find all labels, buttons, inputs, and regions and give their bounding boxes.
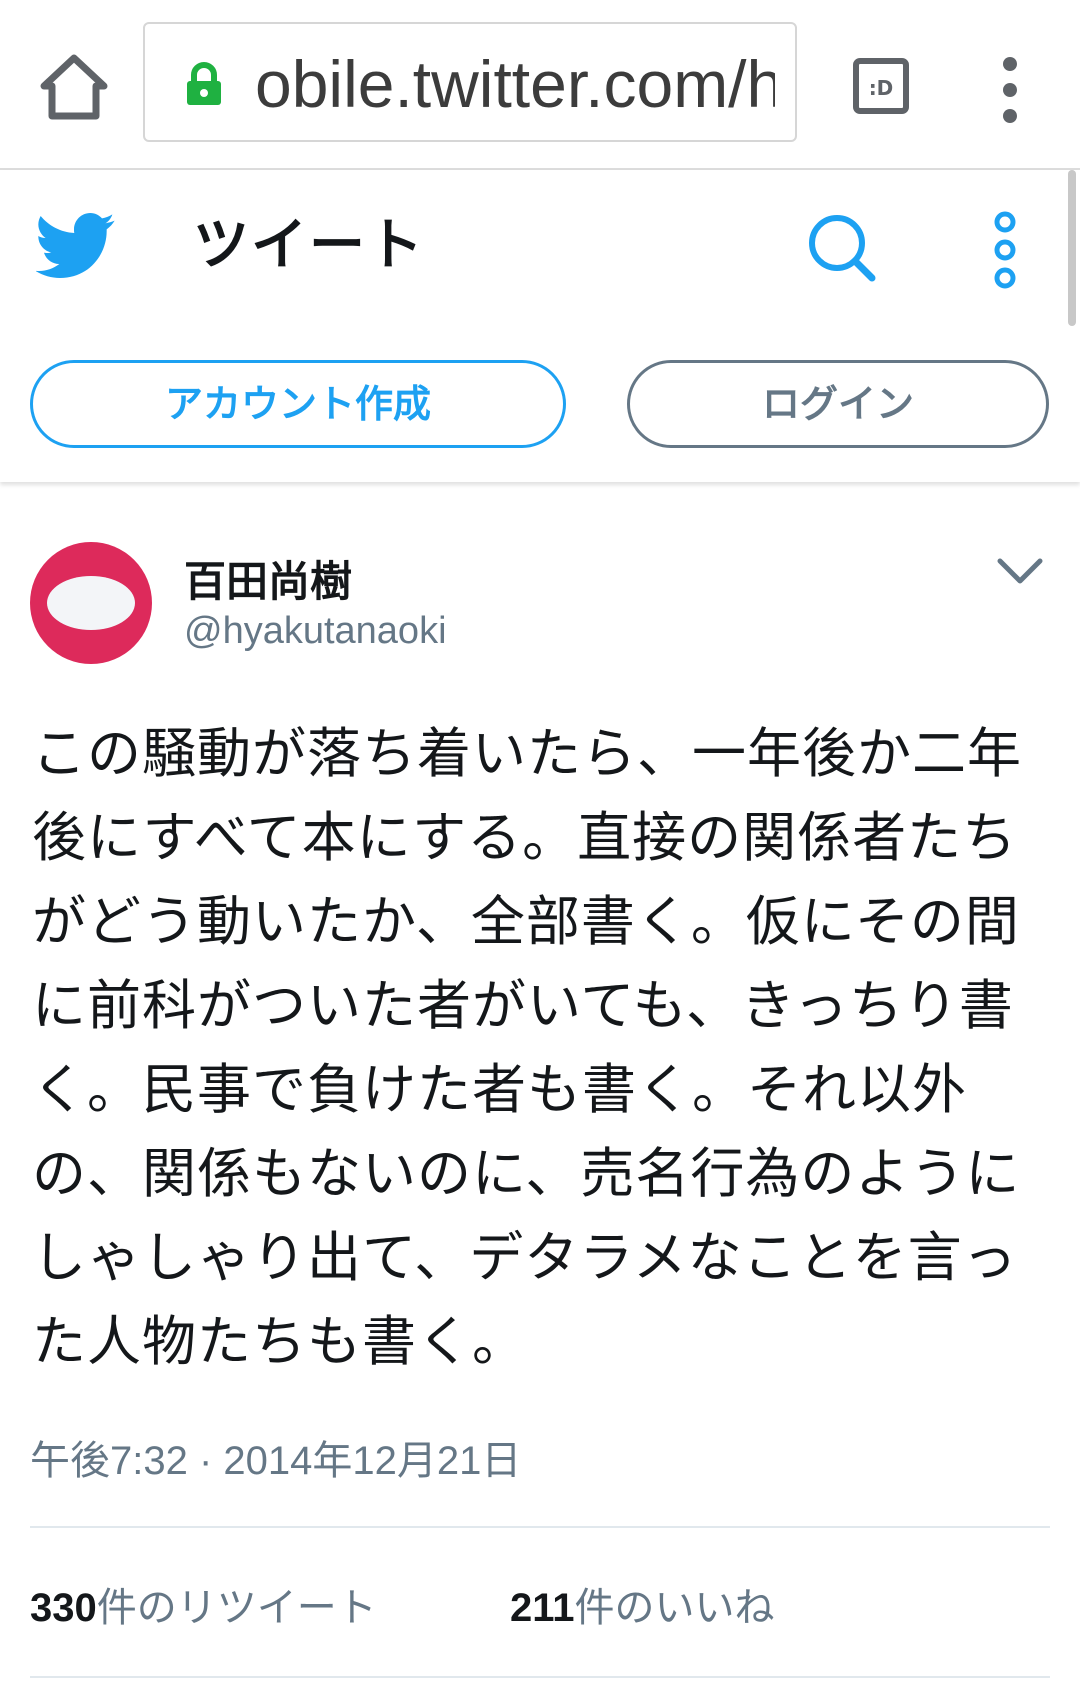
like-count[interactable]: 211件のいいね — [510, 1575, 775, 1633]
page-title: ツイート — [193, 213, 425, 278]
url-text: obile.twitter.com/h — [255, 47, 775, 121]
twitter-bird-icon[interactable] — [36, 210, 116, 282]
login-button[interactable]: ログイン — [627, 360, 1049, 448]
home-icon[interactable] — [36, 50, 112, 126]
tweet-text: この騒動が落ち着いたら、一年後か二年後にすべて本にする。直接の関係者たちがどう動… — [32, 722, 1022, 1373]
scrollbar[interactable] — [1068, 170, 1076, 326]
avatar-shape — [47, 576, 135, 630]
search-icon[interactable] — [806, 212, 878, 284]
like-label: 件のいいね — [574, 1585, 775, 1631]
avatar[interactable] — [30, 542, 152, 664]
browser-toolbar: obile.twitter.com/h :D — [0, 0, 1080, 170]
tab-switcher-icon[interactable]: :D — [852, 57, 910, 115]
tweet-timestamp[interactable]: 午後7:32 · 2014年12月21日 — [30, 1428, 521, 1486]
lock-icon — [187, 62, 221, 105]
author-name[interactable]: 百田尚樹 — [184, 548, 352, 609]
browser-menu-icon[interactable] — [990, 50, 1030, 130]
like-number: 211 — [510, 1586, 575, 1630]
author-handle[interactable]: @hyakutanaoki — [184, 610, 447, 653]
divider — [30, 1676, 1050, 1678]
divider — [30, 1526, 1050, 1528]
more-options-icon[interactable] — [988, 210, 1022, 290]
retweet-label: 件のリツイート — [96, 1585, 377, 1631]
create-account-button[interactable]: アカウント作成 — [30, 360, 566, 448]
desktop-icon-text: :D — [869, 76, 894, 100]
address-bar[interactable]: obile.twitter.com/h — [143, 22, 797, 142]
retweet-count[interactable]: 330件のリツイート — [30, 1575, 377, 1633]
chevron-down-icon[interactable] — [996, 556, 1044, 586]
twitter-header: ツイート アカウント作成 ログイン — [0, 170, 1080, 482]
retweet-number: 330 — [30, 1586, 97, 1630]
